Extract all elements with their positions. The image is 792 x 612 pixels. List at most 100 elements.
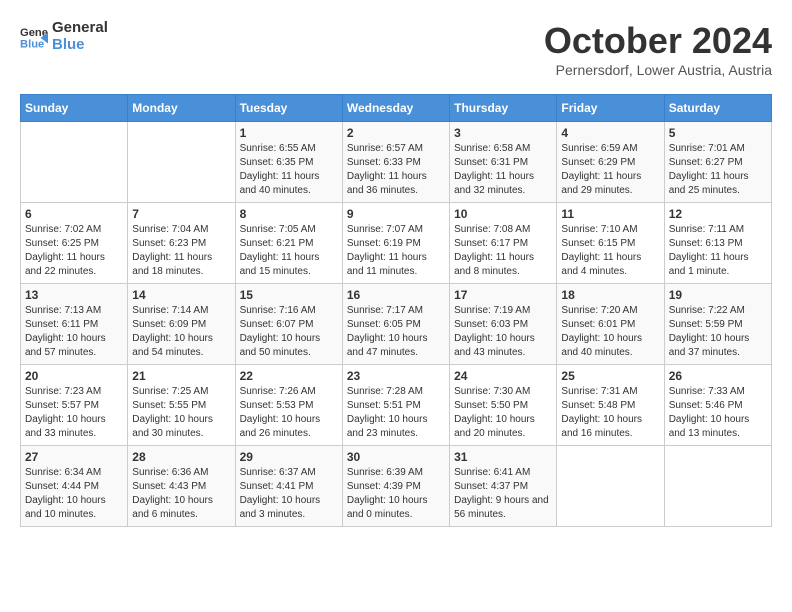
day-detail: Sunrise: 7:20 AMSunset: 6:01 PMDaylight:…: [561, 304, 659, 360]
calendar-cell: 6 Sunrise: 7:02 AMSunset: 6:25 PMDaylight…: [21, 203, 128, 284]
calendar-cell: 28 Sunrise: 6:36 AMSunset: 4:43 PMDayligh…: [128, 446, 235, 527]
day-detail: Sunrise: 6:41 AMSunset: 4:37 PMDaylight:…: [454, 466, 552, 522]
calendar-cell: 8 Sunrise: 7:05 AMSunset: 6:21 PMDaylight…: [235, 203, 342, 284]
calendar-cell: 18 Sunrise: 7:20 AMSunset: 6:01 PMDayligh…: [557, 284, 664, 365]
calendar-cell: 16Sunrise: 7:17 AMSunset: 6:05 PMDayligh…: [342, 284, 449, 365]
day-number: 18: [561, 288, 659, 302]
title-block: October 2024 Pernersdorf, Lower Austria,…: [544, 20, 772, 78]
calendar-cell: 22 Sunrise: 7:26 AMSunset: 5:53 PMDayligh…: [235, 365, 342, 446]
month-title: October 2024: [544, 20, 772, 62]
calendar-cell: 17 Sunrise: 7:19 AMSunset: 6:03 PMDayligh…: [450, 284, 557, 365]
day-number: 28: [132, 450, 230, 464]
calendar-cell: 11 Sunrise: 7:10 AMSunset: 6:15 PMDayligh…: [557, 203, 664, 284]
day-detail: Sunrise: 7:19 AMSunset: 6:03 PMDaylight:…: [454, 304, 552, 360]
calendar-cell: 14Sunrise: 7:14 AMSunset: 6:09 PMDayligh…: [128, 284, 235, 365]
day-detail: Sunrise: 7:26 AMSunset: 5:53 PMDaylight:…: [240, 385, 338, 441]
calendar-cell: 27 Sunrise: 6:34 AMSunset: 4:44 PMDayligh…: [21, 446, 128, 527]
day-detail: Sunrise: 7:17 AMSunset: 6:05 PMDaylight:…: [347, 304, 445, 360]
calendar-cell: [21, 122, 128, 203]
day-detail: Sunrise: 7:10 AMSunset: 6:15 PMDaylight:…: [561, 223, 659, 279]
calendar-cell: 26 Sunrise: 7:33 AMSunset: 5:46 PMDayligh…: [664, 365, 771, 446]
calendar-week-row: 27 Sunrise: 6:34 AMSunset: 4:44 PMDayligh…: [21, 446, 772, 527]
calendar-table: SundayMondayTuesdayWednesdayThursdayFrid…: [20, 94, 772, 527]
day-detail: Sunrise: 6:55 AMSunset: 6:35 PMDaylight:…: [240, 142, 338, 198]
day-number: 22: [240, 369, 338, 383]
calendar-cell: [664, 446, 771, 527]
day-number: 27: [25, 450, 123, 464]
day-detail: Sunrise: 7:31 AMSunset: 5:48 PMDaylight:…: [561, 385, 659, 441]
day-detail: Sunrise: 6:58 AMSunset: 6:31 PMDaylight:…: [454, 142, 552, 198]
weekday-header: Saturday: [664, 95, 771, 122]
day-number: 30: [347, 450, 445, 464]
calendar-cell: [557, 446, 664, 527]
day-detail: Sunrise: 7:04 AMSunset: 6:23 PMDaylight:…: [132, 223, 230, 279]
calendar-cell: 5Sunrise: 7:01 AMSunset: 6:27 PMDaylight…: [664, 122, 771, 203]
day-number: 7: [132, 207, 230, 221]
calendar-cell: 12 Sunrise: 7:11 AMSunset: 6:13 PMDayligh…: [664, 203, 771, 284]
calendar-cell: 30 Sunrise: 6:39 AMSunset: 4:39 PMDayligh…: [342, 446, 449, 527]
day-detail: Sunrise: 7:16 AMSunset: 6:07 PMDaylight:…: [240, 304, 338, 360]
day-detail: Sunrise: 7:02 AMSunset: 6:25 PMDaylight:…: [25, 223, 123, 279]
day-number: 31: [454, 450, 552, 464]
day-detail: Sunrise: 7:23 AMSunset: 5:57 PMDaylight:…: [25, 385, 123, 441]
day-number: 2: [347, 126, 445, 140]
calendar-cell: 13Sunrise: 7:13 AMSunset: 6:11 PMDayligh…: [21, 284, 128, 365]
day-detail: Sunrise: 7:30 AMSunset: 5:50 PMDaylight:…: [454, 385, 552, 441]
day-detail: Sunrise: 6:37 AMSunset: 4:41 PMDaylight:…: [240, 466, 338, 522]
day-number: 4: [561, 126, 659, 140]
day-detail: Sunrise: 7:05 AMSunset: 6:21 PMDaylight:…: [240, 223, 338, 279]
day-detail: Sunrise: 7:08 AMSunset: 6:17 PMDaylight:…: [454, 223, 552, 279]
calendar-cell: 20 Sunrise: 7:23 AMSunset: 5:57 PMDayligh…: [21, 365, 128, 446]
day-number: 20: [25, 369, 123, 383]
logo-icon: General Blue: [20, 23, 48, 51]
calendar-cell: 4 Sunrise: 6:59 AMSunset: 6:29 PMDaylight…: [557, 122, 664, 203]
day-number: 25: [561, 369, 659, 383]
day-detail: Sunrise: 6:34 AMSunset: 4:44 PMDaylight:…: [25, 466, 123, 522]
day-number: 24: [454, 369, 552, 383]
day-detail: Sunrise: 6:57 AMSunset: 6:33 PMDaylight:…: [347, 142, 445, 198]
calendar-cell: 1Sunrise: 6:55 AMSunset: 6:35 PMDaylight…: [235, 122, 342, 203]
calendar-week-row: 1Sunrise: 6:55 AMSunset: 6:35 PMDaylight…: [21, 122, 772, 203]
calendar-cell: 9Sunrise: 7:07 AMSunset: 6:19 PMDaylight…: [342, 203, 449, 284]
day-number: 26: [669, 369, 767, 383]
day-number: 9: [347, 207, 445, 221]
day-detail: Sunrise: 6:36 AMSunset: 4:43 PMDaylight:…: [132, 466, 230, 522]
weekday-header: Tuesday: [235, 95, 342, 122]
day-number: 15: [240, 288, 338, 302]
weekday-header: Friday: [557, 95, 664, 122]
day-number: 23: [347, 369, 445, 383]
day-detail: Sunrise: 7:22 AMSunset: 5:59 PMDaylight:…: [669, 304, 767, 360]
day-detail: Sunrise: 6:39 AMSunset: 4:39 PMDaylight:…: [347, 466, 445, 522]
weekday-header: Sunday: [21, 95, 128, 122]
calendar-cell: 21Sunrise: 7:25 AMSunset: 5:55 PMDayligh…: [128, 365, 235, 446]
calendar-cell: 7 Sunrise: 7:04 AMSunset: 6:23 PMDaylight…: [128, 203, 235, 284]
svg-text:Blue: Blue: [20, 38, 44, 50]
day-detail: Sunrise: 7:11 AMSunset: 6:13 PMDaylight:…: [669, 223, 767, 279]
weekday-header: Wednesday: [342, 95, 449, 122]
calendar-cell: 2 Sunrise: 6:57 AMSunset: 6:33 PMDaylight…: [342, 122, 449, 203]
day-number: 6: [25, 207, 123, 221]
day-number: 5: [669, 126, 767, 140]
weekday-header-row: SundayMondayTuesdayWednesdayThursdayFrid…: [21, 95, 772, 122]
day-number: 3: [454, 126, 552, 140]
day-number: 11: [561, 207, 659, 221]
calendar-cell: 23Sunrise: 7:28 AMSunset: 5:51 PMDayligh…: [342, 365, 449, 446]
calendar-cell: 25 Sunrise: 7:31 AMSunset: 5:48 PMDayligh…: [557, 365, 664, 446]
logo: General Blue General Blue: [20, 20, 108, 53]
weekday-header: Monday: [128, 95, 235, 122]
day-number: 13: [25, 288, 123, 302]
calendar-cell: 3 Sunrise: 6:58 AMSunset: 6:31 PMDaylight…: [450, 122, 557, 203]
calendar-cell: 29Sunrise: 6:37 AMSunset: 4:41 PMDayligh…: [235, 446, 342, 527]
calendar-cell: 15 Sunrise: 7:16 AMSunset: 6:07 PMDayligh…: [235, 284, 342, 365]
calendar-cell: 10 Sunrise: 7:08 AMSunset: 6:17 PMDayligh…: [450, 203, 557, 284]
day-number: 10: [454, 207, 552, 221]
day-detail: Sunrise: 7:33 AMSunset: 5:46 PMDaylight:…: [669, 385, 767, 441]
calendar-cell: 24 Sunrise: 7:30 AMSunset: 5:50 PMDayligh…: [450, 365, 557, 446]
calendar-week-row: 13Sunrise: 7:13 AMSunset: 6:11 PMDayligh…: [21, 284, 772, 365]
calendar-week-row: 6 Sunrise: 7:02 AMSunset: 6:25 PMDaylight…: [21, 203, 772, 284]
day-number: 12: [669, 207, 767, 221]
day-number: 8: [240, 207, 338, 221]
day-number: 17: [454, 288, 552, 302]
weekday-header: Thursday: [450, 95, 557, 122]
day-detail: Sunrise: 6:59 AMSunset: 6:29 PMDaylight:…: [561, 142, 659, 198]
